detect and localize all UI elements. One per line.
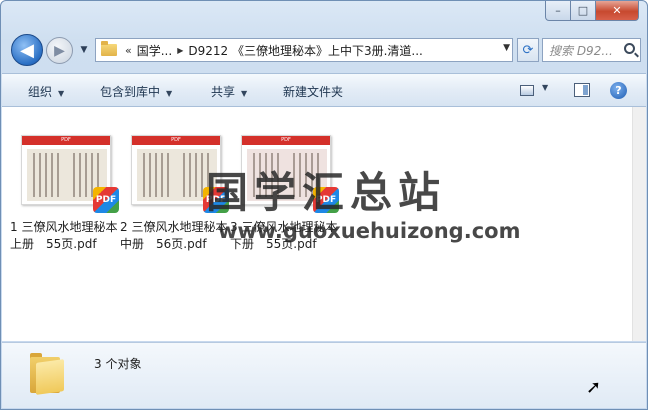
file-list-area[interactable]: PDF PDF 1 三僚风水地理秘本上册 55页.pdf PDF PDF 2 三… bbox=[2, 107, 632, 341]
watermark-chinese: 国学汇总站 bbox=[206, 168, 447, 217]
folder-icon bbox=[101, 41, 117, 56]
folder-icon bbox=[30, 353, 66, 395]
thumbnail-header: PDF bbox=[242, 136, 330, 145]
search-placeholder: 搜索 D92... bbox=[549, 43, 613, 58]
caption-buttons: – □ ✕ bbox=[545, 1, 639, 21]
vertical-scrollbar[interactable] bbox=[632, 107, 646, 341]
page-image bbox=[137, 149, 177, 201]
share-label: 共享 bbox=[211, 85, 236, 99]
page-image bbox=[27, 149, 67, 201]
file-name[interactable]: 1 三僚风水地理秘本上册 55页.pdf bbox=[10, 219, 128, 253]
pdf-file-icon: PDF bbox=[93, 187, 119, 213]
recent-pages-button[interactable]: ▼ bbox=[77, 41, 91, 59]
chevron-down-icon: ▼ bbox=[241, 89, 248, 98]
preview-pane-icon[interactable] bbox=[574, 83, 590, 97]
search-input[interactable]: 搜索 D92... bbox=[542, 38, 641, 62]
command-bar: 组织 ▼ 包含到库中 ▼ 共享 ▼ 新建文件夹 ▼ ? bbox=[2, 73, 646, 107]
change-view-icon[interactable] bbox=[520, 85, 534, 96]
refresh-button[interactable]: ⟳ bbox=[517, 38, 539, 62]
include-in-library-label: 包含到库中 bbox=[100, 85, 161, 99]
address-bar[interactable]: « 国学... ▶ D9212 《三僚地理秘本》上中下3册.清道... ▼ bbox=[95, 38, 513, 62]
organize-button[interactable]: 组织 ▼ bbox=[28, 83, 64, 100]
item-count: 3 个对象 bbox=[94, 357, 142, 371]
close-button[interactable]: ✕ bbox=[596, 1, 639, 21]
mouse-cursor-icon: ➚ bbox=[586, 377, 602, 398]
navigation-bar: ◀ ▶ ▼ « 国学... ▶ D9212 《三僚地理秘本》上中下3册.清道..… bbox=[9, 33, 641, 67]
back-button[interactable]: ◀ bbox=[11, 34, 43, 66]
new-folder-button[interactable]: 新建文件夹 bbox=[283, 83, 343, 100]
search-icon[interactable] bbox=[624, 43, 635, 54]
watermark-url: www.guoxuehuizong.com bbox=[218, 219, 521, 243]
maximize-button[interactable]: □ bbox=[571, 1, 596, 21]
thumbnail-header: PDF bbox=[132, 136, 220, 145]
help-icon[interactable]: ? bbox=[610, 82, 627, 99]
address-dropdown-icon[interactable]: ▼ bbox=[503, 43, 510, 53]
breadcrumb-separator-icon[interactable]: ▶ bbox=[177, 46, 183, 55]
view-options-dropdown-icon[interactable]: ▼ bbox=[542, 83, 548, 92]
breadcrumb-overflow[interactable]: « bbox=[125, 44, 132, 57]
breadcrumb-item-current[interactable]: D9212 《三僚地理秘本》上中下3册.清道... bbox=[188, 42, 423, 59]
details-pane: 3 个对象 ➚ bbox=[2, 342, 646, 408]
minimize-button[interactable]: – bbox=[545, 1, 571, 21]
forward-button[interactable]: ▶ bbox=[46, 37, 73, 64]
breadcrumb-item-guoxue[interactable]: 国学... bbox=[137, 42, 172, 59]
explorer-window: – □ ✕ ◀ ▶ ▼ « 国学... ▶ D9212 《三僚地理秘本》上中下3… bbox=[0, 0, 648, 410]
thumbnail-header: PDF bbox=[22, 136, 110, 145]
chevron-down-icon: ▼ bbox=[166, 89, 173, 98]
organize-label: 组织 bbox=[28, 85, 53, 99]
include-in-library-button[interactable]: 包含到库中 ▼ bbox=[100, 83, 172, 100]
share-button[interactable]: 共享 ▼ bbox=[211, 83, 247, 100]
chevron-down-icon: ▼ bbox=[58, 89, 65, 98]
